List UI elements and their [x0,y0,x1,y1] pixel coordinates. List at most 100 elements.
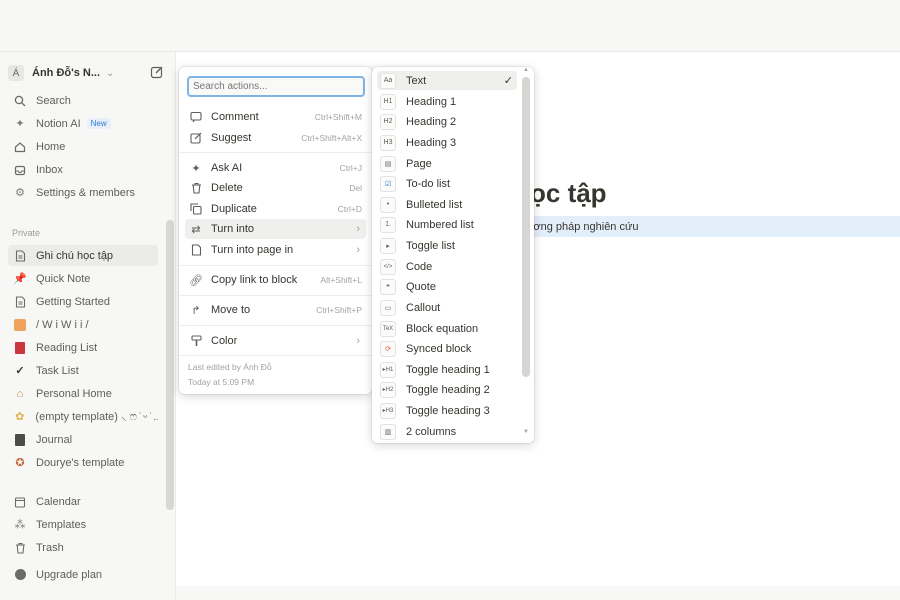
turn-into-bulleted-list[interactable]: • Bulleted list [377,195,517,214]
menu-item-move-to[interactable]: ↱ Move to Ctrl+Shift+P [185,300,366,320]
sidebar-page-task-list[interactable]: ✓ Task List [8,360,158,381]
sidebar-item-label: Home [36,140,66,153]
sidebar-item-templates[interactable]: ⁂ Templates [8,514,158,535]
sidebar-item-label: Getting Started [36,295,110,308]
sidebar-page-personal-home[interactable]: ⌂ Personal Home [8,383,158,404]
menu-item-delete[interactable]: Delete Del [185,178,366,198]
sidebar-item-label: Settings & members [36,186,136,199]
menu-item-comment[interactable]: Comment Ctrl+Shift+M [185,107,366,127]
sidebar-item-search[interactable]: Search [8,90,158,111]
chevron-right-icon: › [356,244,360,256]
scroll-up-icon[interactable]: ▲ [523,67,529,73]
menu-item-turn-into[interactable]: ⇄ Turn into › [185,219,366,239]
sidebar-item-settings[interactable]: ⚙ Settings & members [8,182,158,203]
chevron-down-icon[interactable]: ⌄ [106,68,114,79]
menu-divider [179,152,372,153]
menu-item-label: Turn into [211,223,255,235]
sidebar-scrollbar[interactable] [166,220,174,510]
last-edited-label: Last edited by Ánh Đỗ [188,362,272,372]
turn-into-toggle-heading-2[interactable]: ▸H2 Toggle heading 2 [377,380,517,399]
workspace-avatar: Á [8,65,24,81]
submenu-item-label: Text [406,74,427,87]
sidebar: Á Ánh Đỗ's N... ⌄ Search ✦ Notion AI New… [0,52,176,600]
submenu-item-label: Synced block [406,342,472,355]
sidebar-item-home[interactable]: Home [8,136,158,157]
turn-into-heading-3[interactable]: H3 Heading 3 [377,133,517,152]
menu-item-copy-link[interactable]: 🔗︎ Copy link to block Alt+Shift+L [185,270,366,290]
page-title[interactable]: ọc tập [530,178,607,209]
menu-item-suggest[interactable]: Suggest Ctrl+Shift+Alt+X [185,128,366,148]
submenu-item-label: Toggle heading 1 [406,363,490,376]
sidebar-page-dourye[interactable]: ✪ Dourye's template [8,452,158,473]
trash-icon [12,540,28,556]
turn-into-quote[interactable]: ❝ Quote [377,277,517,296]
menu-item-label: Color [211,335,238,347]
turn-into-block-equation[interactable]: TeX Block equation [377,319,517,338]
scroll-down-icon[interactable]: ▼ [523,429,529,435]
submenu-item-label: Toggle heading 2 [406,383,490,396]
comment-icon [188,111,204,123]
menu-item-label: Comment [211,111,259,123]
turn-into-2-columns[interactable]: ▥ 2 columns [377,422,517,441]
sidebar-page-quick-note[interactable]: 📌 Quick Note [8,268,158,289]
sidebar-item-trash[interactable]: Trash [8,537,158,558]
new-page-icon[interactable] [150,65,164,79]
calendar-icon [12,494,28,510]
todo-icon: ☑ [380,175,396,192]
trash-icon [188,182,204,194]
sidebar-page-empty-template[interactable]: ✿ (empty template) ⸜ ෆ ̇ ᵕ ̇ ... [8,406,158,427]
page-icon: ▤ [380,155,396,172]
synced-block-icon: ⟳ [380,340,396,357]
search-actions-input[interactable] [187,76,365,97]
turn-into-toggle-heading-3[interactable]: ▸H3 Toggle heading 3 [377,401,517,420]
turn-into-synced-block[interactable]: ⟳ Synced block [377,339,517,358]
menu-item-label: Duplicate [211,203,257,215]
submenu-item-label: Bulleted list [406,198,463,211]
shortcut-label: Ctrl+D [337,204,362,214]
edited-time-label: Today at 5:09 PM [188,377,255,387]
text-icon: Aa [380,72,396,89]
sidebar-item-label: Notion AI [36,117,81,130]
turn-into-todo[interactable]: ☑ To-do list [377,174,517,193]
turn-into-page[interactable]: ▤ Page [377,154,517,173]
sidebar-item-calendar[interactable]: Calendar [8,491,158,512]
heading-1-icon: H1 [380,93,396,110]
turn-into-text[interactable]: Aa Text ✓ [377,71,517,90]
sidebar-item-upgrade[interactable]: Upgrade plan [8,564,158,585]
menu-item-turn-into-page-in[interactable]: Turn into page in › [185,240,366,260]
turn-into-heading-2[interactable]: H2 Heading 2 [377,112,517,131]
turn-into-code[interactable]: </> Code [377,257,517,276]
menu-item-ask-ai[interactable]: ✦ Ask AI Ctrl+J [185,158,366,178]
page-icon [12,248,28,264]
menu-item-duplicate[interactable]: Duplicate Ctrl+D [185,199,366,219]
submenu-item-label: Heading 1 [406,95,457,108]
menu-divider [179,265,372,266]
menu-item-color[interactable]: Color › [185,331,366,351]
selected-block[interactable]: ương pháp nghiên cứu [520,216,900,237]
submenu-scrollbar[interactable] [522,77,530,377]
sidebar-item-label: Search [36,94,71,107]
sidebar-item-label: Upgrade plan [36,568,103,581]
sidebar-item-label: Calendar [36,495,81,508]
sidebar-page-reading-list[interactable]: Reading List [8,337,158,358]
heading-2-icon: H2 [380,113,396,130]
turn-into-heading-1[interactable]: H1 Heading 1 [377,92,517,111]
turn-into-numbered-list[interactable]: 1. Numbered list [377,215,517,234]
sidebar-page-ghi-chu[interactable]: Ghi chú học tập [8,245,158,266]
sidebar-page-getting-started[interactable]: Getting Started [8,291,158,312]
sidebar-page-journal[interactable]: Journal [8,429,158,450]
section-label-private[interactable]: Private [12,228,40,238]
journal-icon [12,432,28,448]
link-icon: 🔗︎ [189,274,203,287]
sparkle-icon: ✦ [191,162,201,175]
emoji-icon [12,317,28,333]
sidebar-item-notion-ai[interactable]: ✦ Notion AI New [8,113,158,134]
turn-into-callout[interactable]: ▭ Callout [377,298,517,317]
workspace-switcher[interactable]: Á Ánh Đỗ's N... ⌄ [8,62,168,84]
turn-into-toggle-list[interactable]: ▸ Toggle list [377,236,517,255]
turn-into-toggle-heading-1[interactable]: ▸H1 Toggle heading 1 [377,360,517,379]
sidebar-item-label: Ghi chú học tập [36,249,114,262]
sidebar-page-wiwii[interactable]: / W i W i i / [8,314,158,335]
shortcut-label: Ctrl+Shift+M [314,112,362,122]
sidebar-item-inbox[interactable]: Inbox [8,159,158,180]
